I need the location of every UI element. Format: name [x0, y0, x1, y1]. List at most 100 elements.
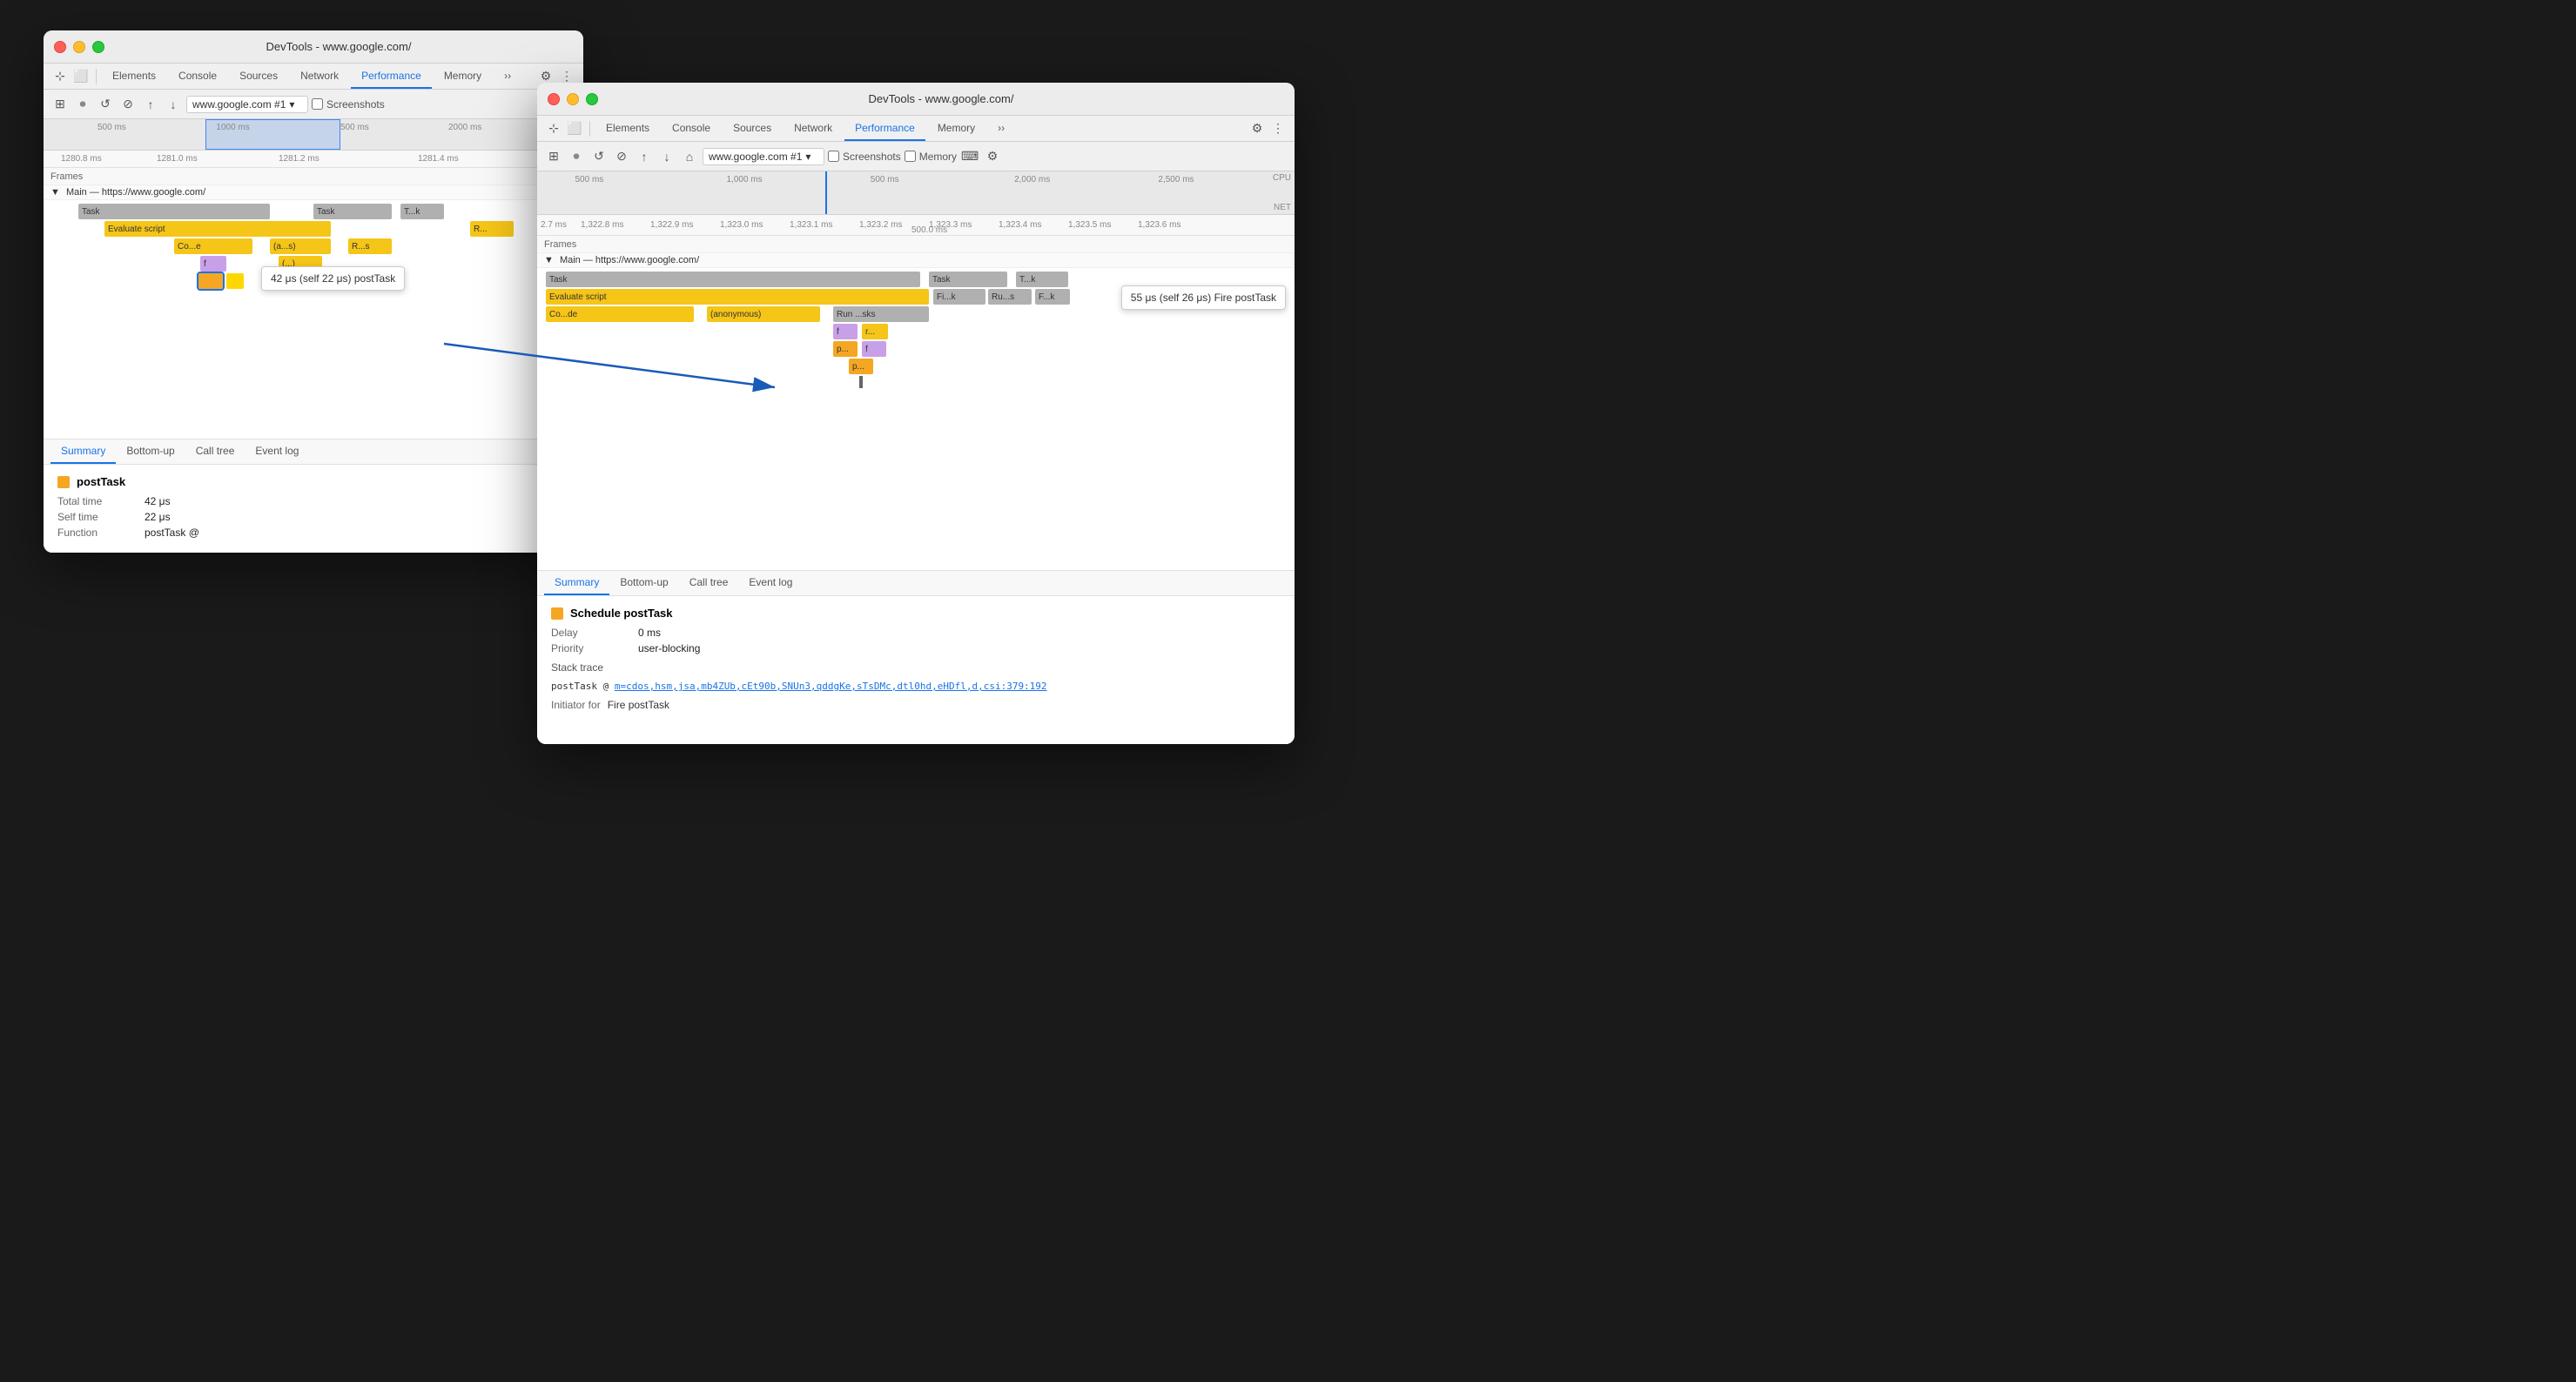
timeline-ruler-2: 2.7 ms 1,322.8 ms 1,322.9 ms 1,323.0 ms … — [537, 215, 1295, 236]
task-block-21[interactable]: Task — [546, 272, 920, 287]
task-block-3[interactable]: T...k — [400, 204, 444, 219]
summary-tab-calltree-2[interactable]: Call tree — [679, 571, 739, 595]
url-selector-1[interactable]: www.google.com #1 ▾ — [186, 96, 308, 113]
summary-tab-eventlog-1[interactable]: Event log — [245, 439, 309, 464]
summary-tab-eventlog-2[interactable]: Event log — [738, 571, 803, 595]
task-block-22[interactable]: Task — [929, 272, 1007, 287]
panel-icon-1[interactable]: ⊞ — [50, 95, 70, 114]
f-block-22[interactable]: f — [862, 341, 886, 357]
ts-1: 1280.8 ms — [61, 154, 102, 164]
inspect-icon[interactable]: ⊹ — [50, 67, 70, 86]
code-block-21[interactable]: Co...de — [546, 306, 694, 322]
tab-more-2[interactable]: ›› — [987, 116, 1015, 141]
summary-panel-1: Summary Bottom-up Call tree Event log po… — [44, 439, 583, 553]
ruler-mark-1000: 1000 ms — [216, 123, 249, 132]
flame-chart-1: Task Task T...k Evaluate script R... Co.… — [44, 200, 583, 322]
summary-icon-2 — [551, 607, 563, 620]
separator — [96, 69, 97, 84]
anon-block-1[interactable]: (a...s) — [270, 238, 331, 254]
clear-icon-1[interactable]: ⊘ — [118, 95, 138, 114]
upload-icon-1[interactable]: ↑ — [141, 95, 160, 114]
close-button-1[interactable] — [54, 41, 66, 53]
fk-block[interactable]: F...k — [1035, 289, 1070, 305]
anon-block-21[interactable]: (anonymous) — [707, 306, 820, 322]
memory-checkbox-2[interactable]: Memory — [905, 151, 957, 163]
screenshots-checkbox-1[interactable]: Screenshots — [312, 98, 385, 111]
p-block-22[interactable]: p... — [849, 359, 873, 374]
upload-icon-2[interactable]: ↑ — [635, 147, 654, 166]
ts2-8: 1,323.4 ms — [999, 220, 1041, 230]
summary-tab-bottomup-2[interactable]: Bottom-up — [609, 571, 678, 595]
evaluate-block-2[interactable]: Evaluate script — [546, 289, 929, 305]
frames-label-2: Frames — [544, 239, 576, 250]
clear-icon-2[interactable]: ⊘ — [612, 147, 631, 166]
screenshots-checkbox-2[interactable]: Screenshots — [828, 151, 901, 163]
run-block[interactable]: Ru...s — [988, 289, 1032, 305]
r-block-1[interactable]: R... — [470, 221, 514, 237]
download-icon-1[interactable]: ↓ — [164, 95, 183, 114]
summary-tab-summary-2[interactable]: Summary — [544, 571, 609, 595]
summary-tab-summary-1[interactable]: Summary — [50, 439, 116, 464]
reload-record-icon-2[interactable]: ↺ — [589, 147, 609, 166]
task-block-23[interactable]: T...k — [1016, 272, 1068, 287]
tab-network-2[interactable]: Network — [784, 116, 843, 141]
f-block-1[interactable]: f — [200, 256, 226, 272]
r-block-21[interactable]: r... — [862, 324, 888, 339]
summary-tab-bottomup-1[interactable]: Bottom-up — [116, 439, 185, 464]
tab-console-2[interactable]: Console — [662, 116, 721, 141]
priority-row: Priority user-blocking — [551, 642, 1281, 654]
close-button-2[interactable] — [548, 93, 560, 105]
more-icon-2[interactable]: ⋮ — [1268, 119, 1288, 138]
minimize-button-1[interactable] — [73, 41, 85, 53]
evaluate-block-1[interactable]: Evaluate script — [104, 221, 331, 237]
tab-memory-1[interactable]: Memory — [434, 64, 492, 89]
screenshots-check-1[interactable] — [312, 98, 323, 110]
tab-more-1[interactable]: ›› — [494, 64, 521, 89]
reload-record-icon-1[interactable]: ↺ — [96, 95, 115, 114]
home-icon-2[interactable]: ⌂ — [680, 147, 699, 166]
inspect-icon-2[interactable]: ⊹ — [544, 119, 563, 138]
task-block-2[interactable]: Task — [313, 204, 392, 219]
ts-2: 1281.0 ms — [157, 154, 198, 164]
panel-icon-2[interactable]: ⊞ — [544, 147, 563, 166]
f-block-21[interactable]: f — [833, 324, 858, 339]
adjacent-block-1[interactable] — [226, 273, 244, 289]
ruler-mark-500: 500 ms — [98, 123, 126, 132]
rs-block-1[interactable]: R...s — [348, 238, 392, 254]
tab-memory-2[interactable]: Memory — [927, 116, 985, 141]
run-sks-block[interactable]: Run ...sks — [833, 306, 929, 322]
p-block-21[interactable]: p... — [833, 341, 858, 357]
separator-2 — [589, 121, 590, 137]
summary-tab-calltree-1[interactable]: Call tree — [185, 439, 245, 464]
record-icon-2[interactable]: ⏺ — [567, 147, 586, 166]
ov-2000: 2,000 ms — [1014, 175, 1050, 184]
memory-check-2[interactable] — [905, 151, 916, 162]
fi-block[interactable]: Fi...k — [933, 289, 985, 305]
screenshots-check-2[interactable] — [828, 151, 839, 162]
settings-icon-2b[interactable]: ⚙ — [983, 147, 1002, 166]
settings-icon-2[interactable]: ⚙ — [1248, 119, 1267, 138]
url-selector-2[interactable]: www.google.com #1 ▾ — [703, 148, 824, 165]
tab-sources-2[interactable]: Sources — [723, 116, 782, 141]
tab-network-1[interactable]: Network — [290, 64, 349, 89]
keyboard-icon-2[interactable]: ⌨ — [960, 147, 979, 166]
tab-performance-2[interactable]: Performance — [844, 116, 925, 141]
minimize-button-2[interactable] — [567, 93, 579, 105]
stack-trace-link[interactable]: m=cdos,hsm,jsa,mb4ZUb,cEt90b,SNUn3,qddgK… — [615, 681, 1047, 692]
function-row: Function postTask @ — [57, 527, 569, 539]
ts2-2: 1,322.8 ms — [581, 220, 623, 230]
tab-sources-1[interactable]: Sources — [229, 64, 288, 89]
task-block-1[interactable]: Task — [78, 204, 270, 219]
device-icon-2[interactable]: ⬜ — [565, 119, 584, 138]
record-icon-1[interactable]: ⏺ — [73, 95, 92, 114]
selected-block-1[interactable] — [198, 273, 223, 289]
maximize-button-2[interactable] — [586, 93, 598, 105]
tab-console-1[interactable]: Console — [168, 64, 227, 89]
tab-elements-2[interactable]: Elements — [595, 116, 660, 141]
device-icon[interactable]: ⬜ — [71, 67, 91, 86]
code-block-1[interactable]: Co...e — [174, 238, 252, 254]
download-icon-2[interactable]: ↓ — [657, 147, 676, 166]
tab-elements-1[interactable]: Elements — [102, 64, 166, 89]
tab-performance-1[interactable]: Performance — [351, 64, 432, 89]
maximize-button-1[interactable] — [92, 41, 104, 53]
